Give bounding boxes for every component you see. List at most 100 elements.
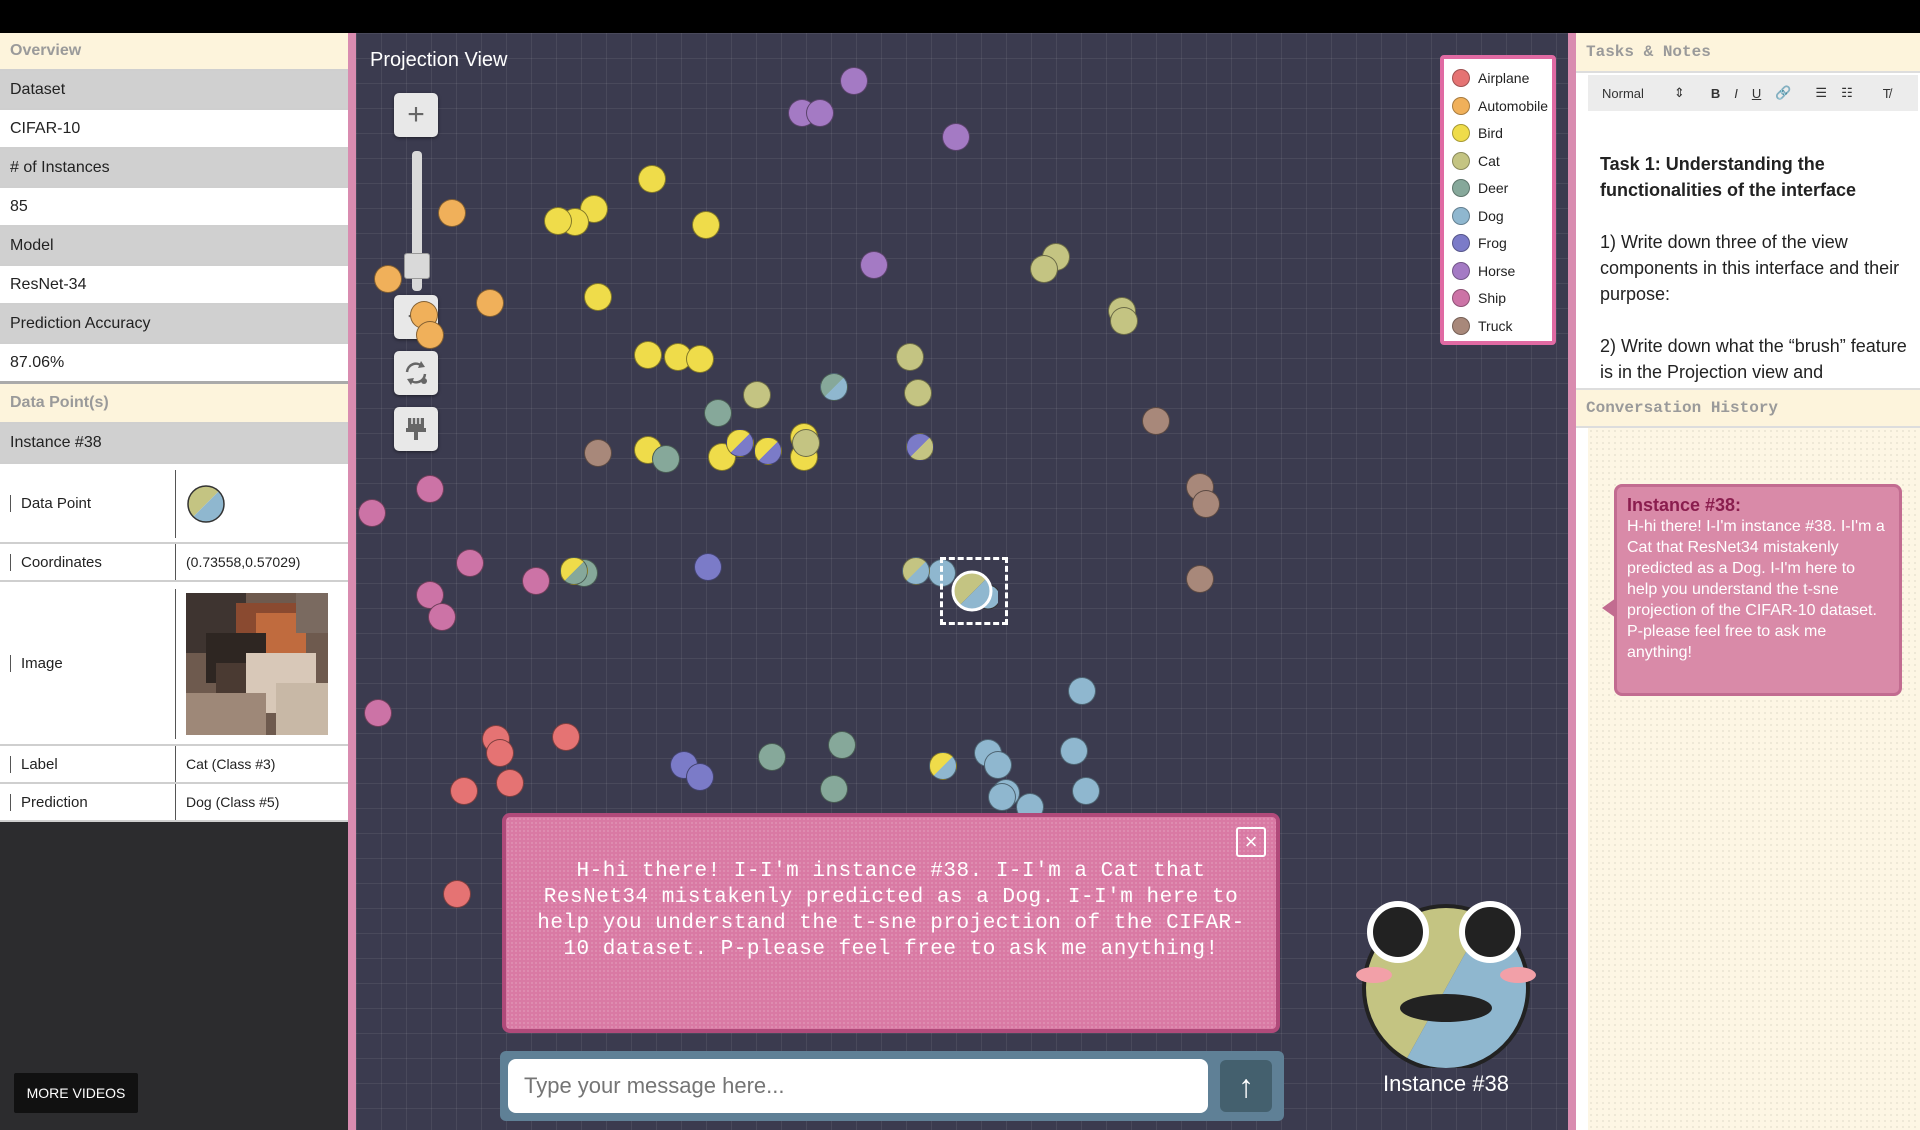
more-videos-button[interactable]: MORE VIDEOS xyxy=(14,1073,138,1113)
close-speech-button[interactable]: × xyxy=(1236,827,1266,857)
scatter-point-misclassified[interactable] xyxy=(726,429,754,457)
side-panel: Tasks & Notes Normal ⇕ B I U 🔗 ☰ ☷ T̸ Ta… xyxy=(1576,33,1920,1130)
reset-view-button[interactable] xyxy=(394,351,438,395)
legend-swatch xyxy=(1452,96,1470,115)
scatter-point[interactable] xyxy=(820,775,848,803)
link-icon[interactable]: 🔗 xyxy=(1775,85,1791,101)
zoom-in-button[interactable]: + xyxy=(394,93,438,137)
scatter-point[interactable] xyxy=(1060,737,1088,765)
send-button[interactable]: ↑ xyxy=(1220,1060,1272,1112)
scatter-point[interactable] xyxy=(758,743,786,771)
underline-button[interactable]: U xyxy=(1752,86,1761,101)
bullet-list-icon[interactable]: ☷ xyxy=(1841,85,1853,101)
legend-item-horse[interactable]: Horse xyxy=(1452,260,1515,282)
legend-label: Bird xyxy=(1478,125,1503,141)
scatter-point[interactable] xyxy=(364,699,392,727)
scatter-point[interactable] xyxy=(792,429,820,457)
clear-format-icon[interactable]: T̸ xyxy=(1883,86,1891,101)
chat-input[interactable] xyxy=(508,1059,1208,1113)
scatter-point[interactable] xyxy=(984,751,1012,779)
scatter-point[interactable] xyxy=(456,549,484,577)
legend-item-cat[interactable]: Cat xyxy=(1452,150,1500,172)
ordered-list-icon[interactable]: ☰ xyxy=(1815,85,1827,101)
scatter-point[interactable] xyxy=(686,763,714,791)
scatter-point[interactable] xyxy=(840,67,868,95)
scatter-point[interactable] xyxy=(438,199,466,227)
scatter-point[interactable] xyxy=(584,283,612,311)
legend-item-deer[interactable]: Deer xyxy=(1452,177,1508,199)
legend-swatch xyxy=(1452,124,1470,142)
coordinates-row: Coordinates (0.73558,0.57029) xyxy=(0,544,348,582)
legend-item-truck[interactable]: Truck xyxy=(1452,315,1512,337)
scatter-point[interactable] xyxy=(896,343,924,371)
info-panel: Overview Dataset CIFAR-10 # of Instances… xyxy=(0,33,348,1130)
legend-item-ship[interactable]: Ship xyxy=(1452,287,1506,309)
scatter-point[interactable] xyxy=(828,731,856,759)
scatter-point[interactable] xyxy=(1030,255,1058,283)
legend-item-automobile[interactable]: Automobile xyxy=(1452,95,1548,117)
coordinates-label: Coordinates xyxy=(10,553,102,571)
scatter-point[interactable] xyxy=(704,399,732,427)
scatter-point[interactable] xyxy=(552,723,580,751)
scatter-point[interactable] xyxy=(428,603,456,631)
brush-button[interactable] xyxy=(394,407,438,451)
scatter-point[interactable] xyxy=(638,165,666,193)
scatter-point[interactable] xyxy=(743,381,771,409)
projection-view[interactable]: Projection View + − xyxy=(348,33,1576,1130)
scatter-point[interactable] xyxy=(1072,777,1100,805)
legend-item-bird[interactable]: Bird xyxy=(1452,122,1503,144)
legend-item-frog[interactable]: Frog xyxy=(1452,232,1507,254)
scatter-point[interactable] xyxy=(686,345,714,373)
chat-bar: ↑ xyxy=(500,1051,1284,1121)
format-select[interactable]: Normal xyxy=(1602,86,1644,101)
scatter-point[interactable] xyxy=(416,321,444,349)
label-value: Cat (Class #3) xyxy=(175,746,275,782)
legend-item-dog[interactable]: Dog xyxy=(1452,205,1504,227)
scatter-point[interactable] xyxy=(522,567,550,595)
scatter-point[interactable] xyxy=(634,341,662,369)
zoom-slider-thumb[interactable] xyxy=(404,253,430,279)
scatter-point-misclassified[interactable] xyxy=(560,557,588,585)
scatter-point[interactable] xyxy=(1110,307,1138,335)
legend-swatch xyxy=(1452,179,1470,197)
scatter-point[interactable] xyxy=(1192,490,1220,518)
scatter-point-misclassified[interactable] xyxy=(820,373,848,401)
scatter-point[interactable] xyxy=(496,769,524,797)
scatter-point-misclassified[interactable] xyxy=(929,752,957,780)
scatter-point[interactable] xyxy=(584,439,612,467)
scatter-point[interactable] xyxy=(942,123,970,151)
scatter-point[interactable] xyxy=(443,880,471,908)
notes-editor[interactable]: Task 1: Understanding the functionalitie… xyxy=(1588,113,1920,413)
scatter-point-misclassified[interactable] xyxy=(906,433,934,461)
format-chevron-icon[interactable]: ⇕ xyxy=(1674,85,1685,101)
legend-item-airplane[interactable]: Airplane xyxy=(1452,67,1529,89)
message-sender: Instance #38: xyxy=(1627,495,1742,515)
selected-point-38[interactable] xyxy=(950,567,998,615)
scatter-point-misclassified[interactable] xyxy=(902,557,930,585)
scatter-point[interactable] xyxy=(358,499,386,527)
scatter-point[interactable] xyxy=(1142,407,1170,435)
scatter-point[interactable] xyxy=(416,475,444,503)
scatter-point[interactable] xyxy=(806,99,834,127)
scatter-point[interactable] xyxy=(1186,565,1214,593)
scatter-point[interactable] xyxy=(450,777,478,805)
scatter-point-misclassified[interactable] xyxy=(754,437,782,465)
bold-button[interactable]: B xyxy=(1711,86,1720,101)
scatter-point[interactable] xyxy=(694,553,722,581)
scatter-point[interactable] xyxy=(374,265,402,293)
dataset-value: CIFAR-10 xyxy=(0,110,348,149)
conversation-history[interactable]: Instance #38: H-hi there! I-I'm instance… xyxy=(1588,428,1920,1130)
scatter-point[interactable] xyxy=(486,739,514,767)
scatter-point[interactable] xyxy=(544,207,572,235)
italic-button[interactable]: I xyxy=(1734,86,1738,101)
scatter-point[interactable] xyxy=(692,211,720,239)
scatter-point[interactable] xyxy=(476,289,504,317)
scatter-point[interactable] xyxy=(904,379,932,407)
scatter-point[interactable] xyxy=(652,445,680,473)
scatter-point[interactable] xyxy=(1068,677,1096,705)
tasks-header: Tasks & Notes xyxy=(1576,33,1920,73)
scatter-point[interactable] xyxy=(988,783,1016,811)
image-cell xyxy=(175,589,328,739)
app-window: Overview Dataset CIFAR-10 # of Instances… xyxy=(0,33,1920,1130)
scatter-point[interactable] xyxy=(860,251,888,279)
